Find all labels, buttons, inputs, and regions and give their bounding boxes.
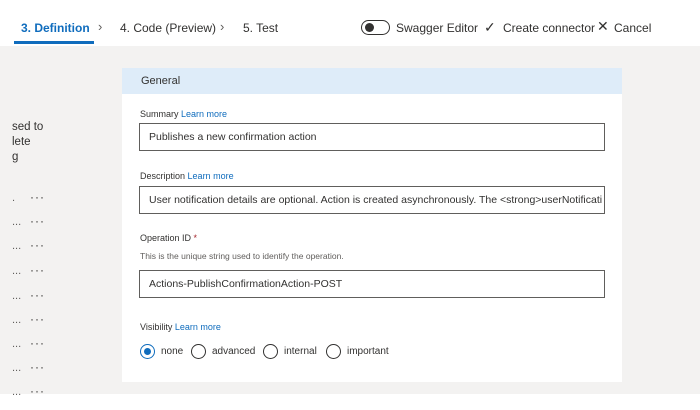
description-label: Description Learn more xyxy=(140,171,234,181)
list-item[interactable]: ... ··· xyxy=(12,214,52,228)
left-pane-text: sed to xyxy=(12,121,44,133)
learn-more-link[interactable]: Learn more xyxy=(181,109,227,119)
radio-button[interactable] xyxy=(263,344,278,359)
row-marker: ... xyxy=(12,314,22,326)
radio-label: important xyxy=(347,346,389,357)
card-header: General xyxy=(122,68,622,94)
radio-label: none xyxy=(161,346,184,357)
more-options-icon[interactable]: ··· xyxy=(30,336,45,350)
required-marker: * xyxy=(193,233,198,243)
tab-code-preview[interactable]: 4. Code (Preview) xyxy=(120,21,216,35)
left-pane-text: g xyxy=(12,151,19,163)
row-marker: ... xyxy=(12,265,22,277)
check-icon[interactable]: ✓ xyxy=(484,19,496,36)
more-options-icon[interactable]: ··· xyxy=(30,190,45,204)
row-marker: ... xyxy=(12,290,22,302)
list-item[interactable]: ... ··· xyxy=(12,238,52,252)
radio-label: internal xyxy=(284,346,317,357)
list-item[interactable]: ... ··· xyxy=(12,360,52,374)
operation-id-input[interactable]: Actions-PublishConfirmationAction-POST xyxy=(139,270,605,298)
more-options-icon[interactable]: ··· xyxy=(30,263,45,277)
summary-label: Summary Learn more xyxy=(140,109,228,119)
tab-definition[interactable]: 3. Definition xyxy=(21,21,90,35)
close-icon[interactable]: ✕ xyxy=(597,18,609,35)
operation-id-hint: This is the unique string used to identi… xyxy=(140,251,344,261)
active-tab-indicator xyxy=(14,41,94,44)
chevron-right-icon: › xyxy=(220,19,225,34)
row-marker: ... xyxy=(12,216,22,228)
more-options-icon[interactable]: ··· xyxy=(30,214,45,228)
more-options-icon[interactable]: ··· xyxy=(30,360,45,374)
cancel-button[interactable]: Cancel xyxy=(614,21,651,35)
card-title: General xyxy=(141,75,181,87)
list-item[interactable]: ... ··· xyxy=(12,336,52,350)
create-connector-button[interactable]: Create connector xyxy=(503,21,595,35)
row-marker: ... xyxy=(12,240,22,252)
row-marker: . xyxy=(12,192,16,204)
row-marker: ... xyxy=(12,386,22,398)
chevron-right-icon: › xyxy=(98,19,103,34)
general-card: General Summary Learn more Publishes a n… xyxy=(122,68,622,382)
visibility-label: Visibility Learn more xyxy=(140,322,221,332)
list-item[interactable]: ... ··· xyxy=(12,263,52,277)
operation-id-label: Operation ID * xyxy=(140,233,198,243)
row-marker: ... xyxy=(12,338,22,350)
visibility-radio-group: none advanced internal important xyxy=(140,344,440,360)
radio-button[interactable] xyxy=(140,344,155,359)
summary-input[interactable]: Publishes a new confirmation action xyxy=(139,123,605,151)
list-item[interactable]: . ··· xyxy=(12,190,52,204)
list-item[interactable]: ... ··· xyxy=(12,384,52,398)
radio-selected-dot xyxy=(144,348,151,355)
radio-button[interactable] xyxy=(326,344,341,359)
more-options-icon[interactable]: ··· xyxy=(30,312,45,326)
more-options-icon[interactable]: ··· xyxy=(30,238,45,252)
list-item[interactable]: ... ··· xyxy=(12,312,52,326)
row-marker: ... xyxy=(12,362,22,374)
more-options-icon[interactable]: ··· xyxy=(30,384,45,398)
radio-button[interactable] xyxy=(191,344,206,359)
radio-label: advanced xyxy=(212,346,256,357)
description-input[interactable]: User notification details are optional. … xyxy=(139,186,605,214)
learn-more-link[interactable]: Learn more xyxy=(175,322,221,332)
top-bar: 3. Definition › 4. Code (Preview) › 5. T… xyxy=(0,0,700,46)
left-pane-text: lete xyxy=(12,136,31,148)
learn-more-link[interactable]: Learn more xyxy=(188,171,234,181)
list-item[interactable]: ... ··· xyxy=(12,288,52,302)
swagger-editor-label[interactable]: Swagger Editor xyxy=(396,21,478,35)
tab-test[interactable]: 5. Test xyxy=(243,21,278,35)
swagger-editor-toggle[interactable] xyxy=(361,20,390,35)
toggle-knob xyxy=(365,23,374,32)
more-options-icon[interactable]: ··· xyxy=(30,288,45,302)
